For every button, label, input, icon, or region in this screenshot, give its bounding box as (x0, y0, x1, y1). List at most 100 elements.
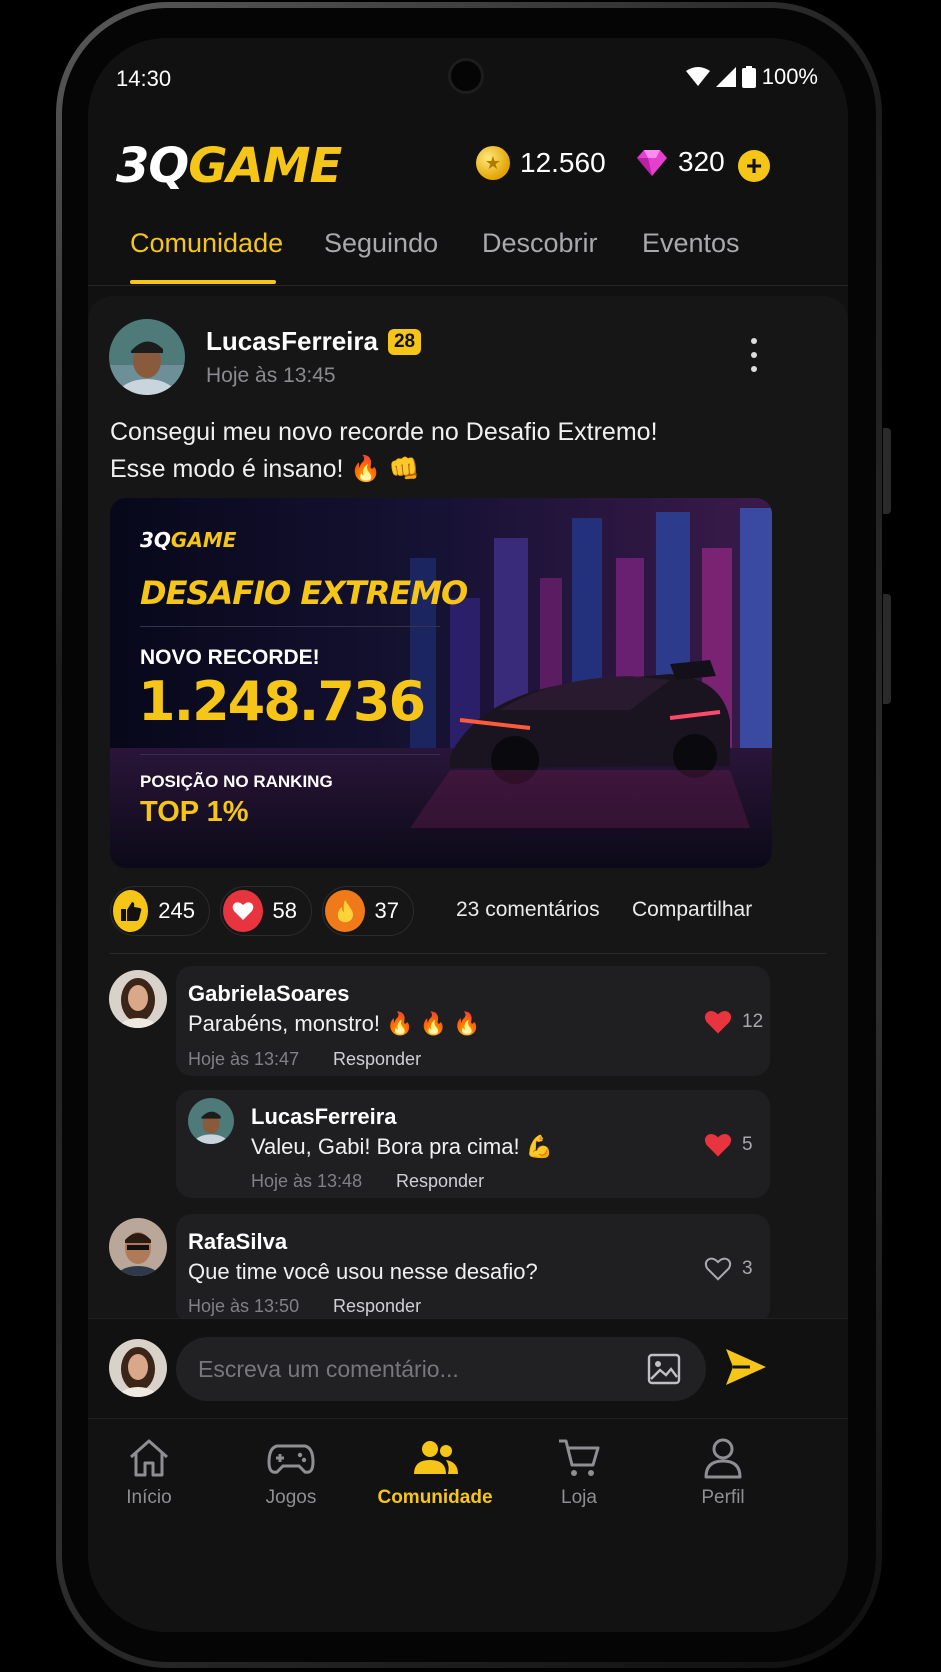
banner-ranking-label: POSIÇÃO NO RANKING (140, 772, 333, 791)
battery-icon (741, 66, 756, 88)
share-button[interactable]: Compartilhar (632, 898, 752, 922)
send-icon[interactable] (724, 1347, 768, 1387)
nav-label: Jogos (265, 1487, 317, 1508)
status-bar: 14:30 100% (88, 38, 848, 118)
banner-title: DESAFIO EXTREMO (140, 574, 468, 612)
feed-tabs: Comunidade Seguindo Descobrir Eventos (88, 216, 848, 286)
post-text-line-2: Esse modo é insano! 🔥 👊 (110, 455, 420, 483)
banner-logo-white: 3Q (140, 528, 171, 552)
tab-eventos[interactable]: Eventos (642, 228, 740, 259)
comment-like-count: 12 (742, 1011, 764, 1032)
comment-text: Valeu, Gabi! Bora pra cima! 💪 (251, 1134, 554, 1159)
banner-divider (140, 626, 440, 627)
thumbs-up-icon (113, 890, 149, 932)
post-username[interactable]: LucasFerreira (206, 326, 378, 357)
status-icons: 100% (685, 64, 818, 90)
signal-icon (715, 67, 736, 87)
gem-balance[interactable]: 320 (636, 146, 725, 178)
comment-text: Parabéns, monstro! 🔥 🔥 🔥 (188, 1011, 481, 1036)
heart-icon (704, 1133, 732, 1157)
comment-author[interactable]: GabrielaSoares (188, 981, 349, 1007)
image-icon[interactable] (646, 1351, 682, 1387)
profile-icon (704, 1438, 742, 1479)
reply-button[interactable]: Responder (333, 1049, 421, 1070)
nav-jogos[interactable]: Jogos (226, 1435, 356, 1509)
section-divider (110, 953, 826, 954)
banner-score: 1.248.736 (138, 670, 426, 733)
post-author-avatar[interactable] (109, 319, 185, 395)
comment-input[interactable] (198, 1337, 618, 1401)
gem-amount: 320 (678, 146, 725, 177)
nav-perfil[interactable]: Perfil (658, 1435, 788, 1509)
status-time: 14:30 (116, 66, 172, 91)
nav-label: Loja (561, 1487, 597, 1508)
reply-button[interactable]: Responder (333, 1296, 421, 1317)
current-user-avatar[interactable] (109, 1339, 167, 1397)
comment-avatar[interactable] (109, 970, 167, 1028)
home-icon (130, 1439, 168, 1477)
nav-comunidade[interactable]: Comunidade (368, 1435, 502, 1509)
nav-label: Comunidade (377, 1487, 493, 1508)
battery-level: 100% (761, 64, 818, 89)
reaction-heart[interactable]: 58 (220, 886, 312, 936)
comment-like[interactable]: 3 (704, 1256, 753, 1282)
comment-time: Hoje às 13:50 (188, 1296, 300, 1316)
reaction-bar: 245 58 37 23 comentários Compartilhar (110, 886, 848, 936)
reaction-fire[interactable]: 37 (322, 886, 414, 936)
heart-count: 58 (272, 898, 297, 923)
comments-count-link[interactable]: 23 comentários (456, 898, 600, 922)
like-count: 245 (158, 898, 195, 923)
banner-divider (140, 754, 440, 755)
plus-icon[interactable]: + (738, 150, 770, 182)
volume-button (883, 428, 891, 514)
comment-input-wrapper (176, 1337, 706, 1401)
banner-logo: 3QGAME (140, 528, 236, 552)
cart-icon (559, 1439, 600, 1476)
active-tab-indicator (130, 280, 276, 284)
comment-composer (88, 1318, 848, 1418)
nav-label: Início (126, 1487, 172, 1508)
nav-inicio[interactable]: Início (88, 1435, 214, 1509)
tab-seguindo[interactable]: Seguindo (324, 228, 438, 259)
comment-author[interactable]: RafaSilva (188, 1229, 287, 1255)
comment-like-count: 5 (742, 1134, 753, 1155)
tab-comunidade[interactable]: Comunidade (130, 228, 283, 259)
front-camera (448, 58, 484, 94)
app-screen: 14:30 100% 3QGAME ★ 12.560 320 + Comunid… (88, 38, 848, 1632)
comment-like[interactable]: 12 (704, 1009, 763, 1035)
community-icon (414, 1441, 458, 1474)
comment-time: Hoje às 13:47 (188, 1049, 300, 1069)
fire-icon (325, 890, 365, 932)
heart-icon (223, 890, 263, 932)
post-timestamp: Hoje às 13:45 (206, 364, 336, 387)
fire-count: 37 (374, 898, 399, 923)
record-banner-image[interactable]: 3QGAME DESAFIO EXTREMO NOVO RECORDE! 1.2… (110, 498, 772, 868)
app-header: 3QGAME ★ 12.560 320 + (88, 138, 848, 208)
comment-text: Que time você usou nesse desafio? (188, 1259, 538, 1284)
logo-part-yellow: GAME (188, 138, 342, 194)
comment-author[interactable]: LucasFerreira (251, 1104, 397, 1130)
nav-label: Perfil (701, 1487, 745, 1508)
post-text-line-1: Consegui meu novo recorde no Desafio Ext… (110, 418, 658, 446)
gem-icon (637, 150, 667, 176)
app-logo[interactable]: 3QGAME (116, 138, 342, 194)
comment-like[interactable]: 5 (704, 1132, 753, 1158)
coin-balance[interactable]: ★ 12.560 (476, 146, 606, 180)
more-options-icon[interactable] (748, 338, 760, 372)
comment-avatar[interactable] (109, 1218, 167, 1276)
reaction-like[interactable]: 245 (110, 886, 210, 936)
heart-icon (704, 1010, 732, 1034)
wifi-icon (685, 67, 710, 86)
reply-button[interactable]: Responder (396, 1171, 484, 1192)
tab-descobrir[interactable]: Descobrir (482, 228, 598, 259)
gamepad-icon (267, 1444, 315, 1474)
comment-avatar[interactable] (188, 1098, 234, 1144)
bottom-navigation: Início Jogos Comunidade Loja Perfil (88, 1418, 848, 1632)
post-body: Consegui meu novo recorde no Desafio Ext… (110, 414, 790, 488)
banner-new-record-label: NOVO RECORDE! (140, 646, 320, 669)
power-button (883, 594, 891, 704)
coin-icon: ★ (476, 146, 510, 180)
nav-loja[interactable]: Loja (514, 1435, 644, 1509)
post-author[interactable]: LucasFerreira 28 (206, 326, 422, 357)
comment-time: Hoje às 13:48 (251, 1171, 363, 1191)
